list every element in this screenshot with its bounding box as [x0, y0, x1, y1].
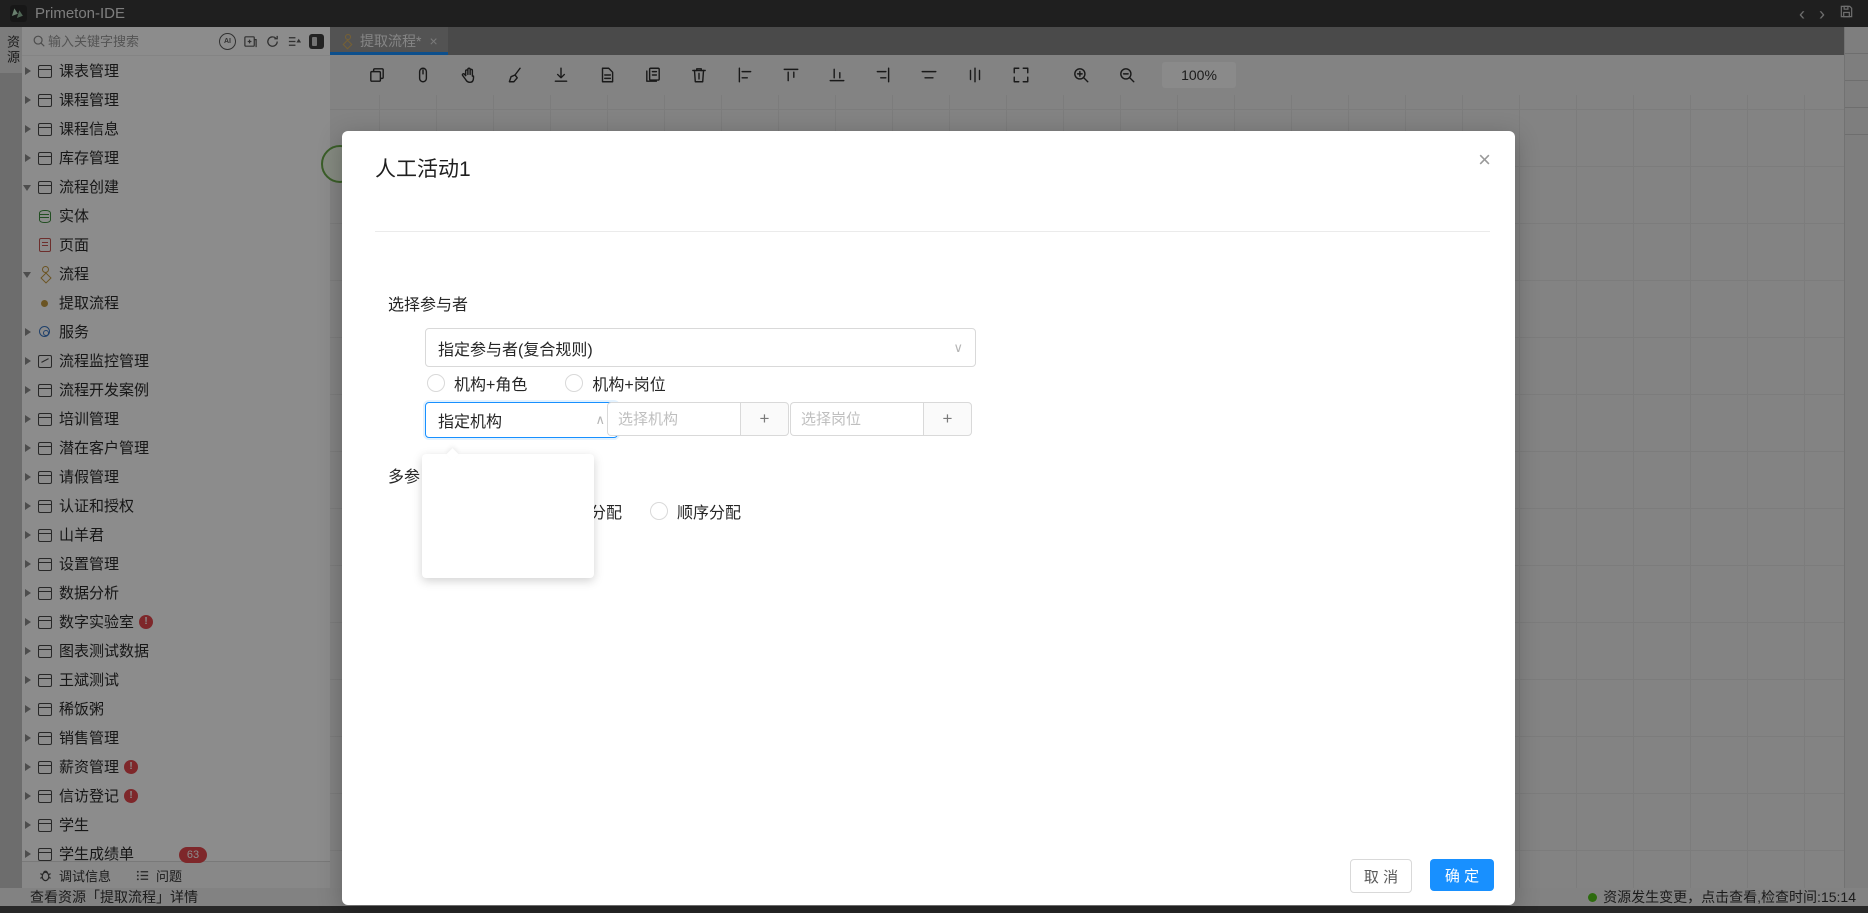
dialog-tab[interactable] [550, 217, 554, 231]
dialog-tab[interactable] [585, 217, 589, 231]
select-position-input[interactable] [790, 402, 923, 436]
cancel-button[interactable]: 取 消 [1350, 859, 1412, 893]
radio-dot-icon [427, 374, 445, 392]
radio-dot-icon [565, 374, 583, 392]
assignment-radio-row: 分配 顺序分配 [590, 499, 741, 523]
chevron-up-icon: ∧ [595, 412, 605, 428]
dialog-title: 人工活动1 [375, 153, 471, 183]
dialog-tab[interactable] [410, 217, 414, 231]
radio-option[interactable]: 机构+角色 [427, 371, 527, 395]
dialog-tab[interactable] [445, 217, 449, 231]
dialog-tab[interactable] [515, 217, 519, 231]
rule-type-radio-group: 机构+角色 机构+岗位 [427, 371, 666, 395]
select-org-group: + [607, 402, 789, 436]
participant-section-label: 选择参与者 [388, 291, 468, 315]
dialog-tab[interactable] [375, 217, 379, 231]
multi-participant-label-fragment: 多参 [388, 463, 420, 487]
add-org-button[interactable]: + [740, 402, 789, 436]
assignment-label-fragment: 分配 [590, 499, 622, 523]
dialog-close-icon[interactable]: × [1478, 149, 1491, 171]
dialog-tab[interactable] [655, 217, 659, 231]
dialog-tab-bar [375, 217, 1490, 232]
dialog-tab[interactable] [690, 217, 694, 231]
add-position-button[interactable]: + [923, 402, 972, 436]
chevron-down-icon: ∨ [953, 340, 963, 356]
primeton-ide-window: Primeton-IDE ‹ › 资源 AI [0, 0, 1868, 913]
ok-button[interactable]: 确 定 [1430, 859, 1494, 891]
sequential-assign-radio[interactable]: 顺序分配 [650, 499, 741, 523]
dropdown-option[interactable] [422, 456, 594, 496]
radio-dot-icon [650, 502, 668, 520]
dialog-tab[interactable] [760, 217, 764, 231]
org-mode-dropdown [422, 454, 594, 578]
dropdown-option[interactable] [422, 536, 594, 576]
radio-option[interactable]: 机构+岗位 [565, 371, 665, 395]
dialog-footer: 取 消 确 定 [1350, 859, 1494, 893]
org-mode-select[interactable]: 指定机构 ∧ [425, 402, 618, 438]
dialog-tab[interactable] [620, 217, 624, 231]
dropdown-option[interactable] [422, 496, 594, 536]
manual-activity-dialog: 人工活动1 × 选择参与者 指定参与者(复合规则) ∨ 机构+角色 机构+岗位 … [342, 131, 1515, 905]
participant-rule-select[interactable]: 指定参与者(复合规则) ∨ [425, 328, 976, 367]
select-org-input[interactable] [607, 402, 740, 436]
select-position-group: + [790, 402, 972, 436]
dialog-tab[interactable] [480, 217, 484, 231]
dialog-tab[interactable] [725, 217, 729, 231]
